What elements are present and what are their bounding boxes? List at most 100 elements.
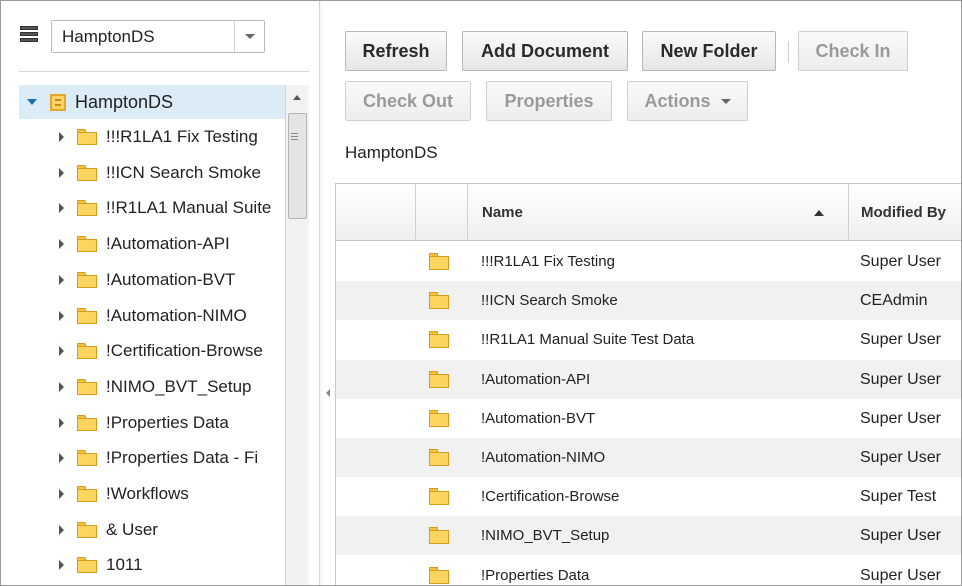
- content-grid: Name Modified By !!!R1LA1 Fix Testing Sup…: [335, 183, 961, 585]
- breadcrumb[interactable]: HamptonDS: [345, 143, 438, 163]
- tree-item-label: !!ICN Search Smoke: [106, 162, 261, 182]
- row-modified-by: Super User: [860, 527, 941, 545]
- table-row[interactable]: !!R1LA1 Manual Suite Test Data Super User: [336, 320, 961, 359]
- divider: [19, 71, 309, 72]
- folder-icon: [429, 488, 449, 506]
- content-manager-window: HamptonDS HamptonDS !!!R1LA1 Fix Testing…: [0, 0, 962, 586]
- row-name[interactable]: !!R1LA1 Manual Suite Test Data: [481, 320, 694, 359]
- tree-item[interactable]: !Automation-NIMO: [19, 299, 285, 333]
- table-row[interactable]: !!!R1LA1 Fix Testing Super User: [336, 242, 961, 281]
- folder-icon: [77, 521, 97, 538]
- table-row[interactable]: !Automation-NIMO Super User: [336, 438, 961, 477]
- tree-item[interactable]: !Certification-Browse: [19, 334, 285, 368]
- modified-by-column-header[interactable]: Modified By: [849, 184, 961, 241]
- tree-item[interactable]: !!ICN Search Smoke: [19, 156, 285, 190]
- tree-item[interactable]: !Properties Data: [19, 406, 285, 440]
- tree-item-label: & User: [106, 519, 158, 539]
- row-name[interactable]: !Properties Data: [481, 556, 589, 585]
- properties-button[interactable]: Properties: [486, 81, 612, 121]
- tree-item-label: !!R1LA1 Manual Suite: [106, 198, 272, 218]
- expand-arrow-icon[interactable]: [59, 453, 64, 464]
- icon-column-header[interactable]: [416, 184, 468, 241]
- table-row[interactable]: !NIMO_BVT_Setup Super User: [336, 516, 961, 556]
- folder-icon: [429, 253, 449, 270]
- expand-arrow-icon[interactable]: [59, 167, 64, 178]
- expand-arrow-icon[interactable]: [59, 274, 64, 285]
- tree-item-label: !Workflows: [106, 484, 189, 503]
- tree-item-label: !!!R1LA1 Fix Testing: [106, 127, 258, 146]
- table-row[interactable]: !Certification-Browse Super Test: [336, 477, 961, 516]
- folder-icon: [429, 331, 449, 349]
- scroll-up-icon[interactable]: [293, 95, 301, 100]
- row-name[interactable]: !Automation-BVT: [481, 399, 595, 438]
- check-in-button-label: Check In: [815, 40, 891, 61]
- check-out-button[interactable]: Check Out: [345, 81, 471, 121]
- folder-icon: [77, 486, 97, 502]
- grid-header: Name Modified By: [336, 184, 961, 241]
- row-name[interactable]: !!ICN Search Smoke: [481, 281, 618, 320]
- row-modified-by: Super User: [860, 370, 941, 388]
- expand-arrow-icon[interactable]: [59, 239, 64, 250]
- tree-item-label: !Properties Data: [106, 412, 229, 432]
- tree-scrollbar[interactable]: [285, 85, 309, 585]
- table-row[interactable]: !Automation-BVT Super User: [336, 399, 961, 438]
- folder-icon: [77, 200, 97, 217]
- expand-arrow-icon[interactable]: [59, 417, 64, 428]
- actions-button[interactable]: Actions: [627, 81, 748, 121]
- tree-root-node[interactable]: HamptonDS: [19, 85, 285, 119]
- folder-icon: [77, 307, 97, 324]
- collapse-arrow-icon[interactable]: [27, 99, 37, 105]
- properties-button-label: Properties: [504, 90, 594, 111]
- refresh-button[interactable]: Refresh: [345, 31, 447, 71]
- refresh-button-label: Refresh: [362, 40, 430, 61]
- folder-icon: [429, 409, 449, 427]
- tree-item[interactable]: !Workflows: [19, 477, 285, 511]
- name-column-label: Name: [482, 204, 523, 221]
- tree-item[interactable]: !!R1LA1 Manual Suite: [19, 191, 285, 225]
- tree-item[interactable]: !Automation-API: [19, 227, 285, 261]
- row-name[interactable]: !!!R1LA1 Fix Testing: [481, 242, 615, 281]
- name-column-header[interactable]: Name: [468, 184, 849, 241]
- tree-item[interactable]: !NIMO_BVT_Setup: [19, 370, 285, 404]
- navigation-pane: HamptonDS HamptonDS !!!R1LA1 Fix Testing…: [1, 1, 314, 585]
- expand-arrow-icon[interactable]: [59, 310, 64, 321]
- row-name[interactable]: !NIMO_BVT_Setup: [481, 516, 609, 555]
- actions-button-label: Actions: [644, 90, 711, 111]
- pane-splitter[interactable]: [319, 1, 322, 585]
- modified-by-column-label: Modified By: [861, 204, 946, 221]
- collapse-pane-icon[interactable]: [326, 389, 330, 397]
- repository-select[interactable]: HamptonDS: [51, 20, 265, 53]
- new-folder-button-label: New Folder: [660, 40, 758, 61]
- folder-icon: [77, 271, 97, 288]
- table-row[interactable]: !Automation-API Super User: [336, 359, 961, 399]
- table-row[interactable]: !Properties Data Super User: [336, 556, 961, 585]
- select-column-header[interactable]: [336, 184, 416, 241]
- folder-icon: [429, 370, 449, 388]
- add-document-button[interactable]: Add Document: [462, 31, 628, 71]
- repository-icon: [20, 26, 38, 46]
- folder-icon: [77, 343, 97, 360]
- expand-arrow-icon[interactable]: [59, 203, 64, 214]
- expand-arrow-icon[interactable]: [59, 560, 64, 571]
- row-name[interactable]: !Automation-API: [481, 360, 590, 399]
- dropdown-button[interactable]: [234, 21, 264, 52]
- row-name[interactable]: !Automation-NIMO: [481, 438, 605, 477]
- tree-item[interactable]: !Properties Data - Fi: [19, 441, 285, 475]
- check-in-button[interactable]: Check In: [798, 31, 908, 71]
- table-row[interactable]: !!ICN Search Smoke CEAdmin: [336, 281, 961, 321]
- expand-arrow-icon[interactable]: [59, 524, 64, 535]
- expand-arrow-icon[interactable]: [59, 489, 64, 499]
- tree-item[interactable]: 1011: [19, 548, 285, 582]
- expand-arrow-icon[interactable]: [59, 381, 64, 392]
- sort-ascending-icon: [814, 210, 824, 216]
- scrollbar-thumb[interactable]: [288, 113, 307, 219]
- expand-arrow-icon[interactable]: [59, 346, 64, 357]
- tree-item[interactable]: !Automation-BVT: [19, 263, 285, 297]
- expand-arrow-icon[interactable]: [59, 132, 64, 142]
- tree-item[interactable]: & User: [19, 513, 285, 547]
- row-modified-by: Super User: [860, 566, 941, 584]
- row-name[interactable]: !Certification-Browse: [481, 477, 619, 516]
- new-folder-button[interactable]: New Folder: [642, 31, 776, 71]
- tree-item[interactable]: !!!R1LA1 Fix Testing: [19, 120, 285, 154]
- check-out-button-label: Check Out: [362, 90, 454, 111]
